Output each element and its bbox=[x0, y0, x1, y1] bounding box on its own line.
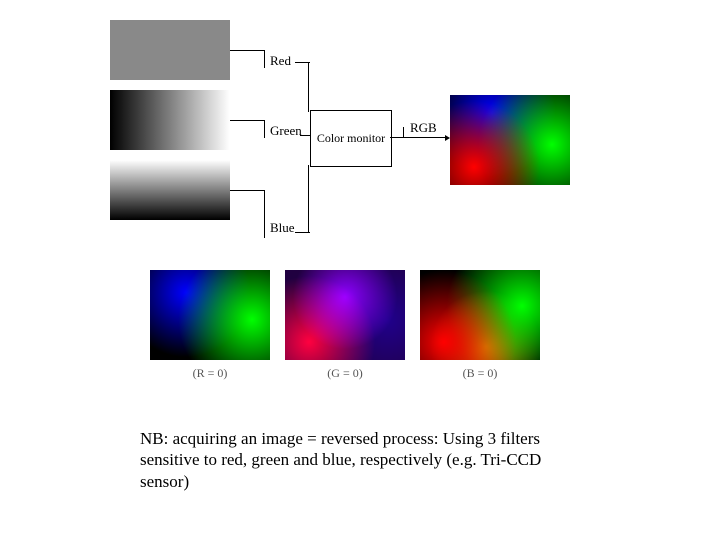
wire bbox=[403, 127, 404, 138]
panel-g0: (G = 0) bbox=[285, 270, 405, 381]
rgb-diagram: Red Green Blue Color monitor RGB bbox=[110, 20, 590, 240]
label-blue: Blue bbox=[270, 220, 295, 236]
note-text: NB: acquiring an image = reversed proces… bbox=[140, 428, 570, 492]
component-panels: (R = 0) (G = 0) (B = 0) bbox=[150, 270, 540, 381]
label-green: Green bbox=[270, 123, 302, 139]
panel-r0-label: (R = 0) bbox=[150, 366, 270, 381]
wire bbox=[230, 120, 264, 121]
wire bbox=[390, 137, 445, 138]
wire bbox=[308, 165, 309, 233]
green-channel-image bbox=[110, 90, 230, 150]
wire bbox=[264, 50, 265, 68]
monitor-label: Color monitor bbox=[317, 131, 385, 145]
wire bbox=[264, 120, 265, 138]
wire bbox=[264, 190, 265, 238]
panel-g0-image bbox=[285, 270, 405, 360]
rgb-output-image bbox=[450, 95, 570, 185]
panel-r0: (R = 0) bbox=[150, 270, 270, 381]
panel-b0: (B = 0) bbox=[420, 270, 540, 381]
red-channel-image bbox=[110, 20, 230, 80]
blue-channel-image bbox=[110, 160, 230, 220]
panel-b0-image bbox=[420, 270, 540, 360]
color-monitor-box: Color monitor bbox=[310, 110, 392, 167]
label-rgb: RGB bbox=[410, 120, 437, 136]
wire bbox=[230, 50, 264, 51]
panel-g0-label: (G = 0) bbox=[285, 366, 405, 381]
label-red: Red bbox=[270, 53, 291, 69]
panel-b0-label: (B = 0) bbox=[420, 366, 540, 381]
wire bbox=[308, 62, 309, 112]
panel-r0-image bbox=[150, 270, 270, 360]
wire bbox=[230, 190, 264, 191]
wire bbox=[300, 135, 310, 136]
channel-stack bbox=[110, 20, 230, 230]
